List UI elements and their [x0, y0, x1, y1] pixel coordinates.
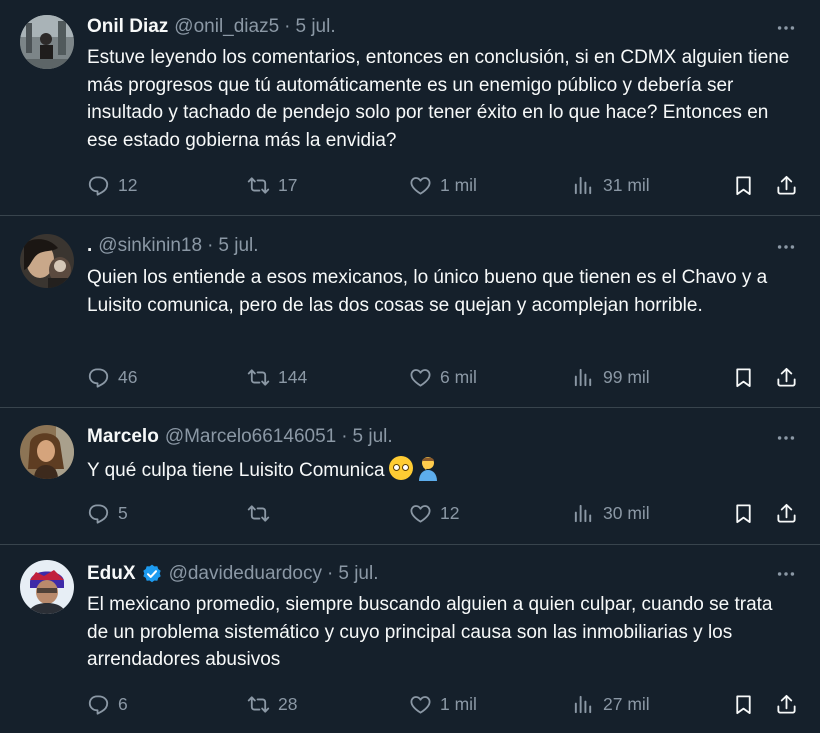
like-button[interactable]: 1 mil [409, 172, 477, 198]
retweet-button[interactable]: 17 [247, 172, 297, 198]
bookmark-button[interactable] [732, 364, 755, 390]
share-button[interactable] [775, 691, 798, 717]
tweet-date[interactable]: 5 jul. [295, 16, 335, 38]
views-count: 99 mil [603, 366, 650, 387]
views-icon [572, 366, 595, 389]
reply-count: 46 [118, 366, 138, 387]
tweet[interactable]: Marcelo @Marcelo66146051 · 5 jul. Y qué … [0, 408, 820, 545]
like-button[interactable]: 1 mil [409, 691, 477, 717]
share-icon [775, 366, 798, 389]
views-button[interactable]: 31 mil [572, 172, 650, 198]
views-button[interactable]: 30 mil [572, 500, 650, 526]
avatar[interactable] [20, 15, 74, 69]
tweet-text: Estuve leyendo los comentarios, entonces… [87, 47, 790, 151]
author-name[interactable]: Onil Diaz [87, 16, 168, 38]
more-icon[interactable] [774, 562, 798, 586]
bookmark-icon [732, 502, 755, 525]
avatar[interactable] [20, 234, 74, 288]
more-icon[interactable] [774, 235, 798, 259]
retweet-count: 28 [278, 693, 298, 714]
separator: · [284, 16, 291, 37]
bookmark-button[interactable] [732, 691, 755, 717]
like-icon [409, 693, 432, 716]
bookmark-icon [732, 174, 755, 197]
tweet-text: Quien los entiende a esos mexicanos, lo … [87, 267, 768, 316]
like-icon [409, 366, 432, 389]
retweet-icon [247, 502, 270, 525]
like-count: 6 mil [440, 366, 477, 387]
author-handle[interactable]: @onil_diaz5 [174, 16, 279, 38]
like-icon [409, 174, 432, 197]
views-button[interactable]: 27 mil [572, 691, 650, 717]
bookmark-button[interactable] [732, 500, 755, 526]
share-icon [775, 502, 798, 525]
person-facepalming-icon [418, 457, 437, 481]
author-handle[interactable]: @davideduardocy [169, 563, 322, 585]
like-icon [409, 502, 432, 525]
views-button[interactable]: 99 mil [572, 364, 650, 390]
tweet-text-content: Y qué culpa tiene Luisito Comunica [87, 460, 385, 481]
retweet-icon [247, 174, 270, 197]
tweet-date[interactable]: 5 jul. [353, 426, 393, 448]
reply-count: 12 [118, 174, 138, 195]
reply-icon [87, 502, 110, 525]
reply-icon [87, 174, 110, 197]
more-icon[interactable] [774, 426, 798, 450]
share-button[interactable] [775, 364, 798, 390]
verified-badge-icon [141, 563, 163, 585]
bookmark-icon [732, 693, 755, 716]
tweet-text: Y qué culpa tiene Luisito Comunica [87, 455, 797, 485]
retweet-icon [247, 366, 270, 389]
separator: · [341, 426, 348, 447]
reply-count: 5 [118, 502, 128, 523]
reply-button[interactable]: 12 [87, 172, 137, 198]
retweet-button[interactable]: 28 [247, 691, 297, 717]
views-icon [572, 502, 595, 525]
views-icon [572, 693, 595, 716]
tweet-text: El mexicano promedio, siempre buscando a… [87, 594, 773, 670]
retweet-icon [247, 693, 270, 716]
like-button[interactable]: 12 [409, 500, 459, 526]
tweet[interactable]: . @sinkinin18 · 5 jul. Quien los entiend… [0, 216, 820, 408]
author-handle[interactable]: @Marcelo66146051 [165, 426, 336, 448]
avatar[interactable] [20, 425, 74, 479]
views-icon [572, 174, 595, 197]
share-icon [775, 693, 798, 716]
tweet-date[interactable]: 5 jul. [218, 235, 258, 257]
retweet-count: 17 [278, 174, 298, 195]
retweet-button[interactable] [247, 500, 278, 526]
bookmark-button[interactable] [732, 172, 755, 198]
separator: · [207, 235, 214, 256]
author-name[interactable]: EduX [87, 563, 136, 585]
like-count: 1 mil [440, 174, 477, 195]
share-button[interactable] [775, 500, 798, 526]
separator: · [327, 563, 334, 584]
avatar[interactable] [20, 560, 74, 614]
tweet[interactable]: Onil Diaz @onil_diaz5 · 5 jul. Estuve le… [0, 0, 820, 216]
share-button[interactable] [775, 172, 798, 198]
bookmark-icon [732, 366, 755, 389]
author-handle[interactable]: @sinkinin18 [98, 235, 202, 257]
reply-icon [87, 693, 110, 716]
more-icon[interactable] [774, 16, 798, 40]
reply-button[interactable]: 46 [87, 364, 137, 390]
reply-count: 6 [118, 693, 128, 714]
author-name[interactable]: . [87, 235, 92, 257]
reply-button[interactable]: 6 [87, 691, 128, 717]
views-count: 30 mil [603, 502, 650, 523]
retweet-count: 144 [278, 366, 308, 387]
reply-button[interactable]: 5 [87, 500, 128, 526]
views-count: 31 mil [603, 174, 650, 195]
tweet-date[interactable]: 5 jul. [338, 563, 378, 585]
tweet[interactable]: EduX @davideduardocy · 5 jul. El mexican… [0, 545, 820, 733]
like-button[interactable]: 6 mil [409, 364, 477, 390]
author-name[interactable]: Marcelo [87, 426, 159, 448]
views-count: 27 mil [603, 693, 650, 714]
like-count: 1 mil [440, 693, 477, 714]
eye-roll-face-icon [388, 456, 413, 480]
share-icon [775, 174, 798, 197]
like-count: 12 [440, 502, 460, 523]
reply-icon [87, 366, 110, 389]
retweet-button[interactable]: 144 [247, 364, 307, 390]
